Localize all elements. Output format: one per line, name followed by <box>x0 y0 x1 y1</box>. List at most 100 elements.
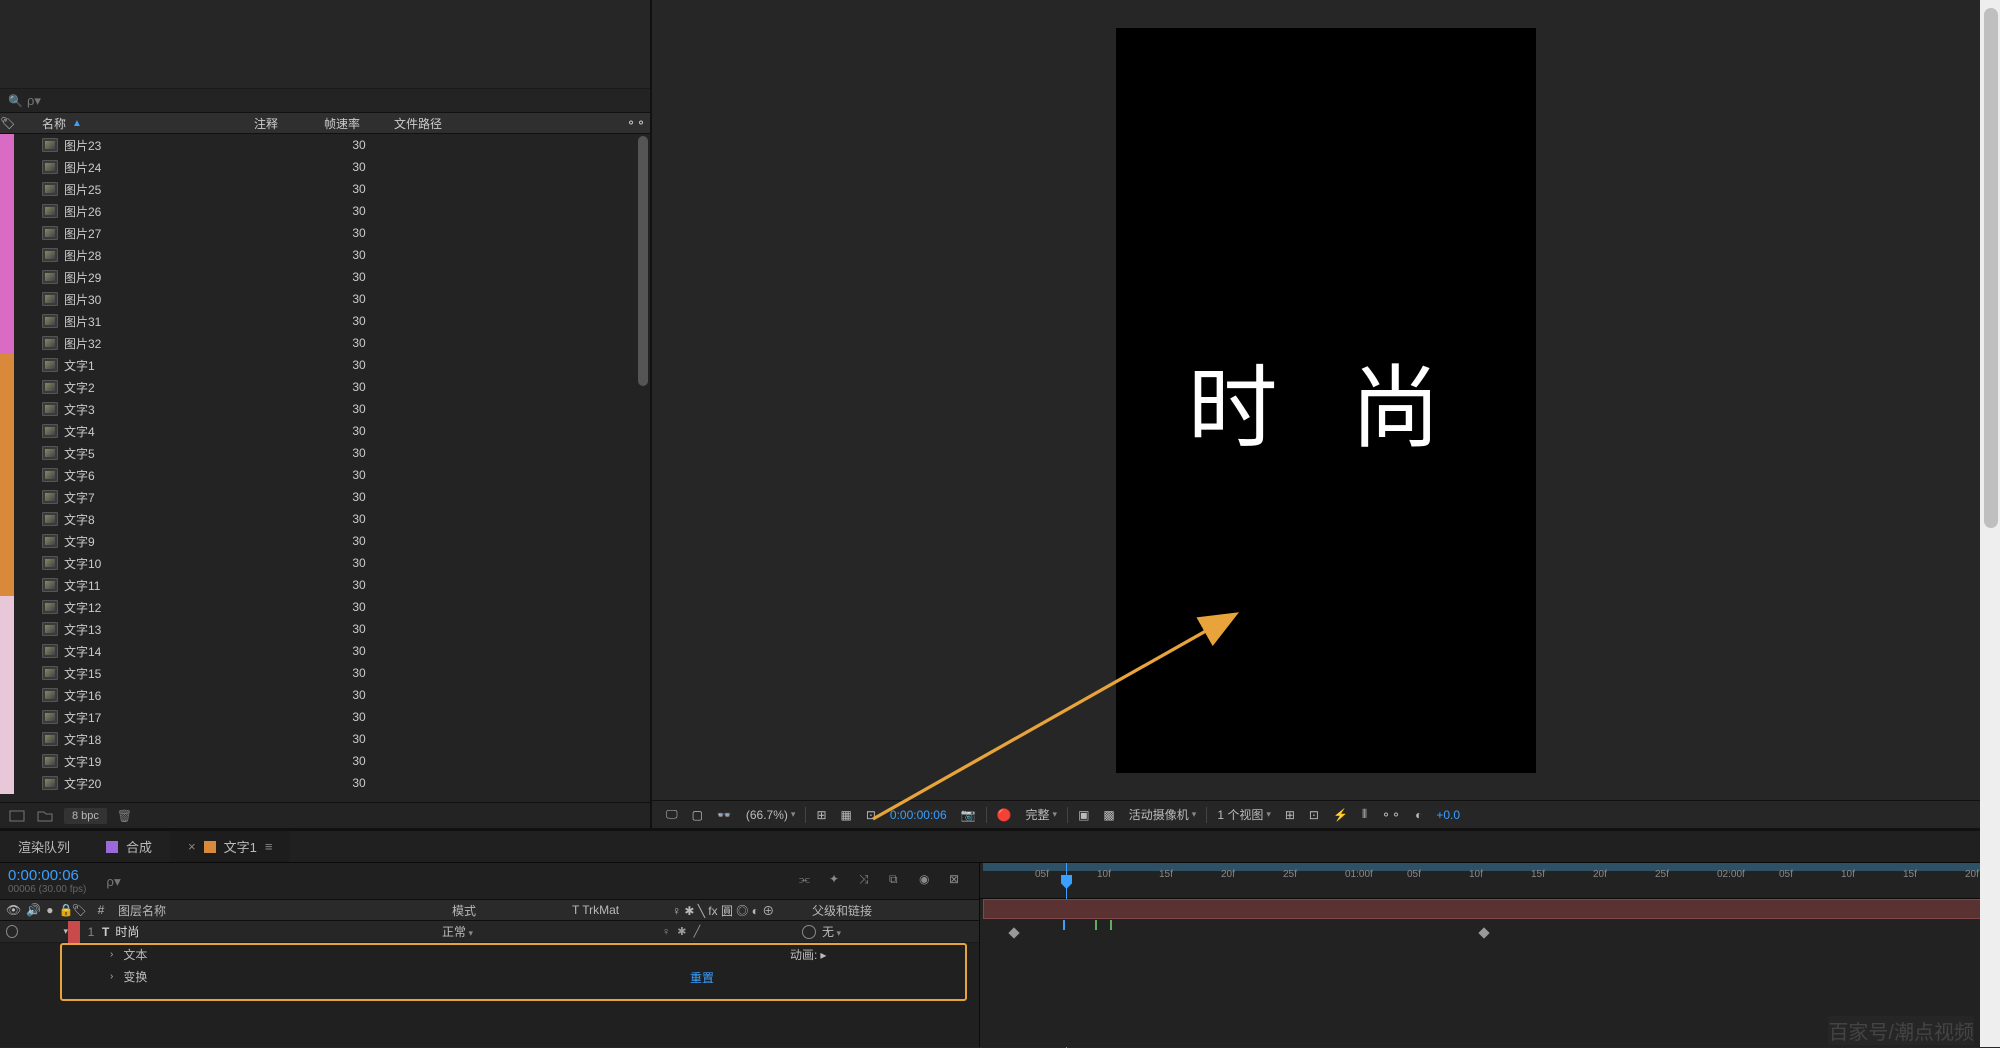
item-color-label[interactable] <box>0 684 14 706</box>
layer-name-text[interactable]: 时尚 <box>115 923 139 940</box>
magnification-icon[interactable]: 🖵 <box>662 807 682 822</box>
project-item-row[interactable]: 文字8 30 <box>0 508 650 530</box>
snapshot-icon[interactable]: 📷 <box>957 808 980 822</box>
item-color-label[interactable] <box>0 772 14 794</box>
item-color-label[interactable] <box>0 442 14 464</box>
resolution-dropdown[interactable]: 完整 <box>1022 806 1062 823</box>
label-column-icon[interactable]: 🏷 <box>68 903 90 917</box>
exposure-value[interactable]: +0.0 <box>1432 808 1464 822</box>
project-item-row[interactable]: 图片24 30 <box>0 156 650 178</box>
project-item-row[interactable]: 文字11 30 <box>0 574 650 596</box>
item-color-label[interactable] <box>0 596 14 618</box>
switches-column[interactable]: ♀ ✱ ╲ fx 圓 ◎ ◐ ⊕ <box>672 902 812 919</box>
project-item-row[interactable]: 文字15 30 <box>0 662 650 684</box>
guides-icon[interactable]: ⊡ <box>862 808 880 822</box>
zoom-dropdown[interactable]: (66.7%) <box>742 808 800 822</box>
item-color-label[interactable] <box>0 288 14 310</box>
item-color-label[interactable] <box>0 266 14 288</box>
project-item-row[interactable]: 文字16 30 <box>0 684 650 706</box>
property-text-row[interactable]: ›文本 <box>0 943 979 965</box>
solo-column-icon[interactable]: ● <box>46 903 53 917</box>
layers-header[interactable]: 👁 🔊 ● 🔒 🏷 # 图层名称 模式 T TrkMat ♀ ✱ ╲ fx 圓 … <box>0 899 979 921</box>
graph-editor-icon[interactable]: ⊠ <box>949 872 967 890</box>
fast-preview-icon[interactable]: ⚡ <box>1329 808 1352 822</box>
trash-icon[interactable]: 🗑 <box>117 809 132 823</box>
project-item-row[interactable]: 图片23 30 <box>0 134 650 156</box>
item-color-label[interactable] <box>0 310 14 332</box>
item-color-label[interactable] <box>0 156 14 178</box>
video-column-icon[interactable]: 👁 <box>6 903 21 917</box>
item-color-label[interactable] <box>0 398 14 420</box>
marker-green[interactable] <box>1110 920 1112 930</box>
timeline-search-input[interactable] <box>106 874 787 889</box>
project-item-row[interactable]: 图片27 30 <box>0 222 650 244</box>
frame-blend-icon[interactable]: ⧉ <box>889 872 907 890</box>
panel-menu-icon[interactable]: ≡ <box>265 839 273 854</box>
view-layout-icon[interactable]: ⊞ <box>1281 808 1299 822</box>
timeline-timecode[interactable]: 0:00:00:06 <box>8 867 86 884</box>
item-color-label[interactable] <box>0 618 14 640</box>
item-color-label[interactable] <box>0 420 14 442</box>
flowchart-button-icon[interactable]: ⚬⚬ <box>1377 808 1405 822</box>
mode-column[interactable]: 模式 <box>452 902 572 919</box>
new-folder-icon[interactable] <box>36 808 54 824</box>
project-item-row[interactable]: 文字10 30 <box>0 552 650 574</box>
project-item-row[interactable]: 文字1 30 <box>0 354 650 376</box>
project-item-row[interactable]: 文字19 30 <box>0 750 650 772</box>
audio-column-icon[interactable]: 🔊 <box>26 903 41 917</box>
bit-depth-toggle[interactable]: 8 bpc <box>64 808 107 824</box>
item-color-label[interactable] <box>0 200 14 222</box>
composition-canvas[interactable]: 时 尚 <box>1116 28 1536 773</box>
project-columns-header[interactable]: 🏷 名称▲ 注释 帧速率 文件路径 ⚬⚬ <box>0 112 650 134</box>
roi-icon[interactable]: ▣ <box>1074 808 1093 822</box>
reset-transform-link[interactable]: 重置 <box>690 969 714 986</box>
item-color-label[interactable] <box>0 376 14 398</box>
comp-mini-flowchart-icon[interactable]: ⫘ <box>799 872 817 890</box>
number-column[interactable]: # <box>90 903 112 917</box>
safe-zones-icon[interactable]: ⊞ <box>812 808 830 822</box>
mask-icon[interactable]: 👓 <box>713 808 736 822</box>
timeline-icon[interactable]: ⫴ <box>1358 807 1371 822</box>
layer-clip-bar[interactable] <box>983 899 1997 919</box>
label-column-icon[interactable]: 🏷 <box>0 116 14 130</box>
close-icon[interactable]: × <box>188 839 196 854</box>
column-fps[interactable]: 帧速率 <box>324 115 394 132</box>
layer-row-1[interactable]: ▾ 1 T时尚 正常 ♀ ✱ ╱ 无 <box>0 921 979 943</box>
item-color-label[interactable] <box>0 508 14 530</box>
layer-color-label[interactable] <box>68 921 80 943</box>
tab-text1[interactable]: ×文字1≡ <box>170 831 290 862</box>
draft3d-icon[interactable]: ✦ <box>829 872 847 890</box>
exposure-reset-icon[interactable]: ◐ <box>1411 808 1426 822</box>
item-color-label[interactable] <box>0 134 14 156</box>
interpret-footage-icon[interactable] <box>8 808 26 824</box>
item-color-label[interactable] <box>0 222 14 244</box>
project-item-row[interactable]: 图片25 30 <box>0 178 650 200</box>
project-item-row[interactable]: 文字12 30 <box>0 596 650 618</box>
project-item-row[interactable]: 文字6 30 <box>0 464 650 486</box>
viewer-area[interactable]: 时 尚 <box>652 0 2000 800</box>
views-dropdown[interactable]: 1 个视图 <box>1213 806 1275 823</box>
column-comment[interactable]: 注释 <box>254 115 324 132</box>
window-scrollbar[interactable] <box>1980 0 2000 1047</box>
motion-blur-icon[interactable]: ◉ <box>919 872 937 890</box>
project-scrollbar[interactable] <box>638 136 648 386</box>
item-color-label[interactable] <box>0 706 14 728</box>
transparency-grid-icon[interactable]: ▩ <box>1099 808 1118 822</box>
item-color-label[interactable] <box>0 662 14 684</box>
item-color-label[interactable] <box>0 728 14 750</box>
alpha-icon[interactable]: ▢ <box>688 808 707 822</box>
parent-dropdown[interactable]: 无 <box>822 923 841 940</box>
project-item-row[interactable]: 图片29 30 <box>0 266 650 288</box>
grid-icon[interactable]: ▦ <box>837 808 856 822</box>
color-mgmt-icon[interactable]: 🔴 <box>993 808 1016 822</box>
trkmat-column[interactable]: T TrkMat <box>572 903 672 917</box>
keyframe-icon[interactable] <box>1008 927 1019 938</box>
item-color-label[interactable] <box>0 332 14 354</box>
item-color-label[interactable] <box>0 574 14 596</box>
project-item-row[interactable]: 图片28 30 <box>0 244 650 266</box>
camera-dropdown[interactable]: 活动摄像机 <box>1125 806 1201 823</box>
marker-in[interactable] <box>1063 920 1065 930</box>
project-item-row[interactable]: 文字20 30 <box>0 772 650 794</box>
project-item-row[interactable]: 文字2 30 <box>0 376 650 398</box>
project-item-row[interactable]: 文字18 30 <box>0 728 650 750</box>
